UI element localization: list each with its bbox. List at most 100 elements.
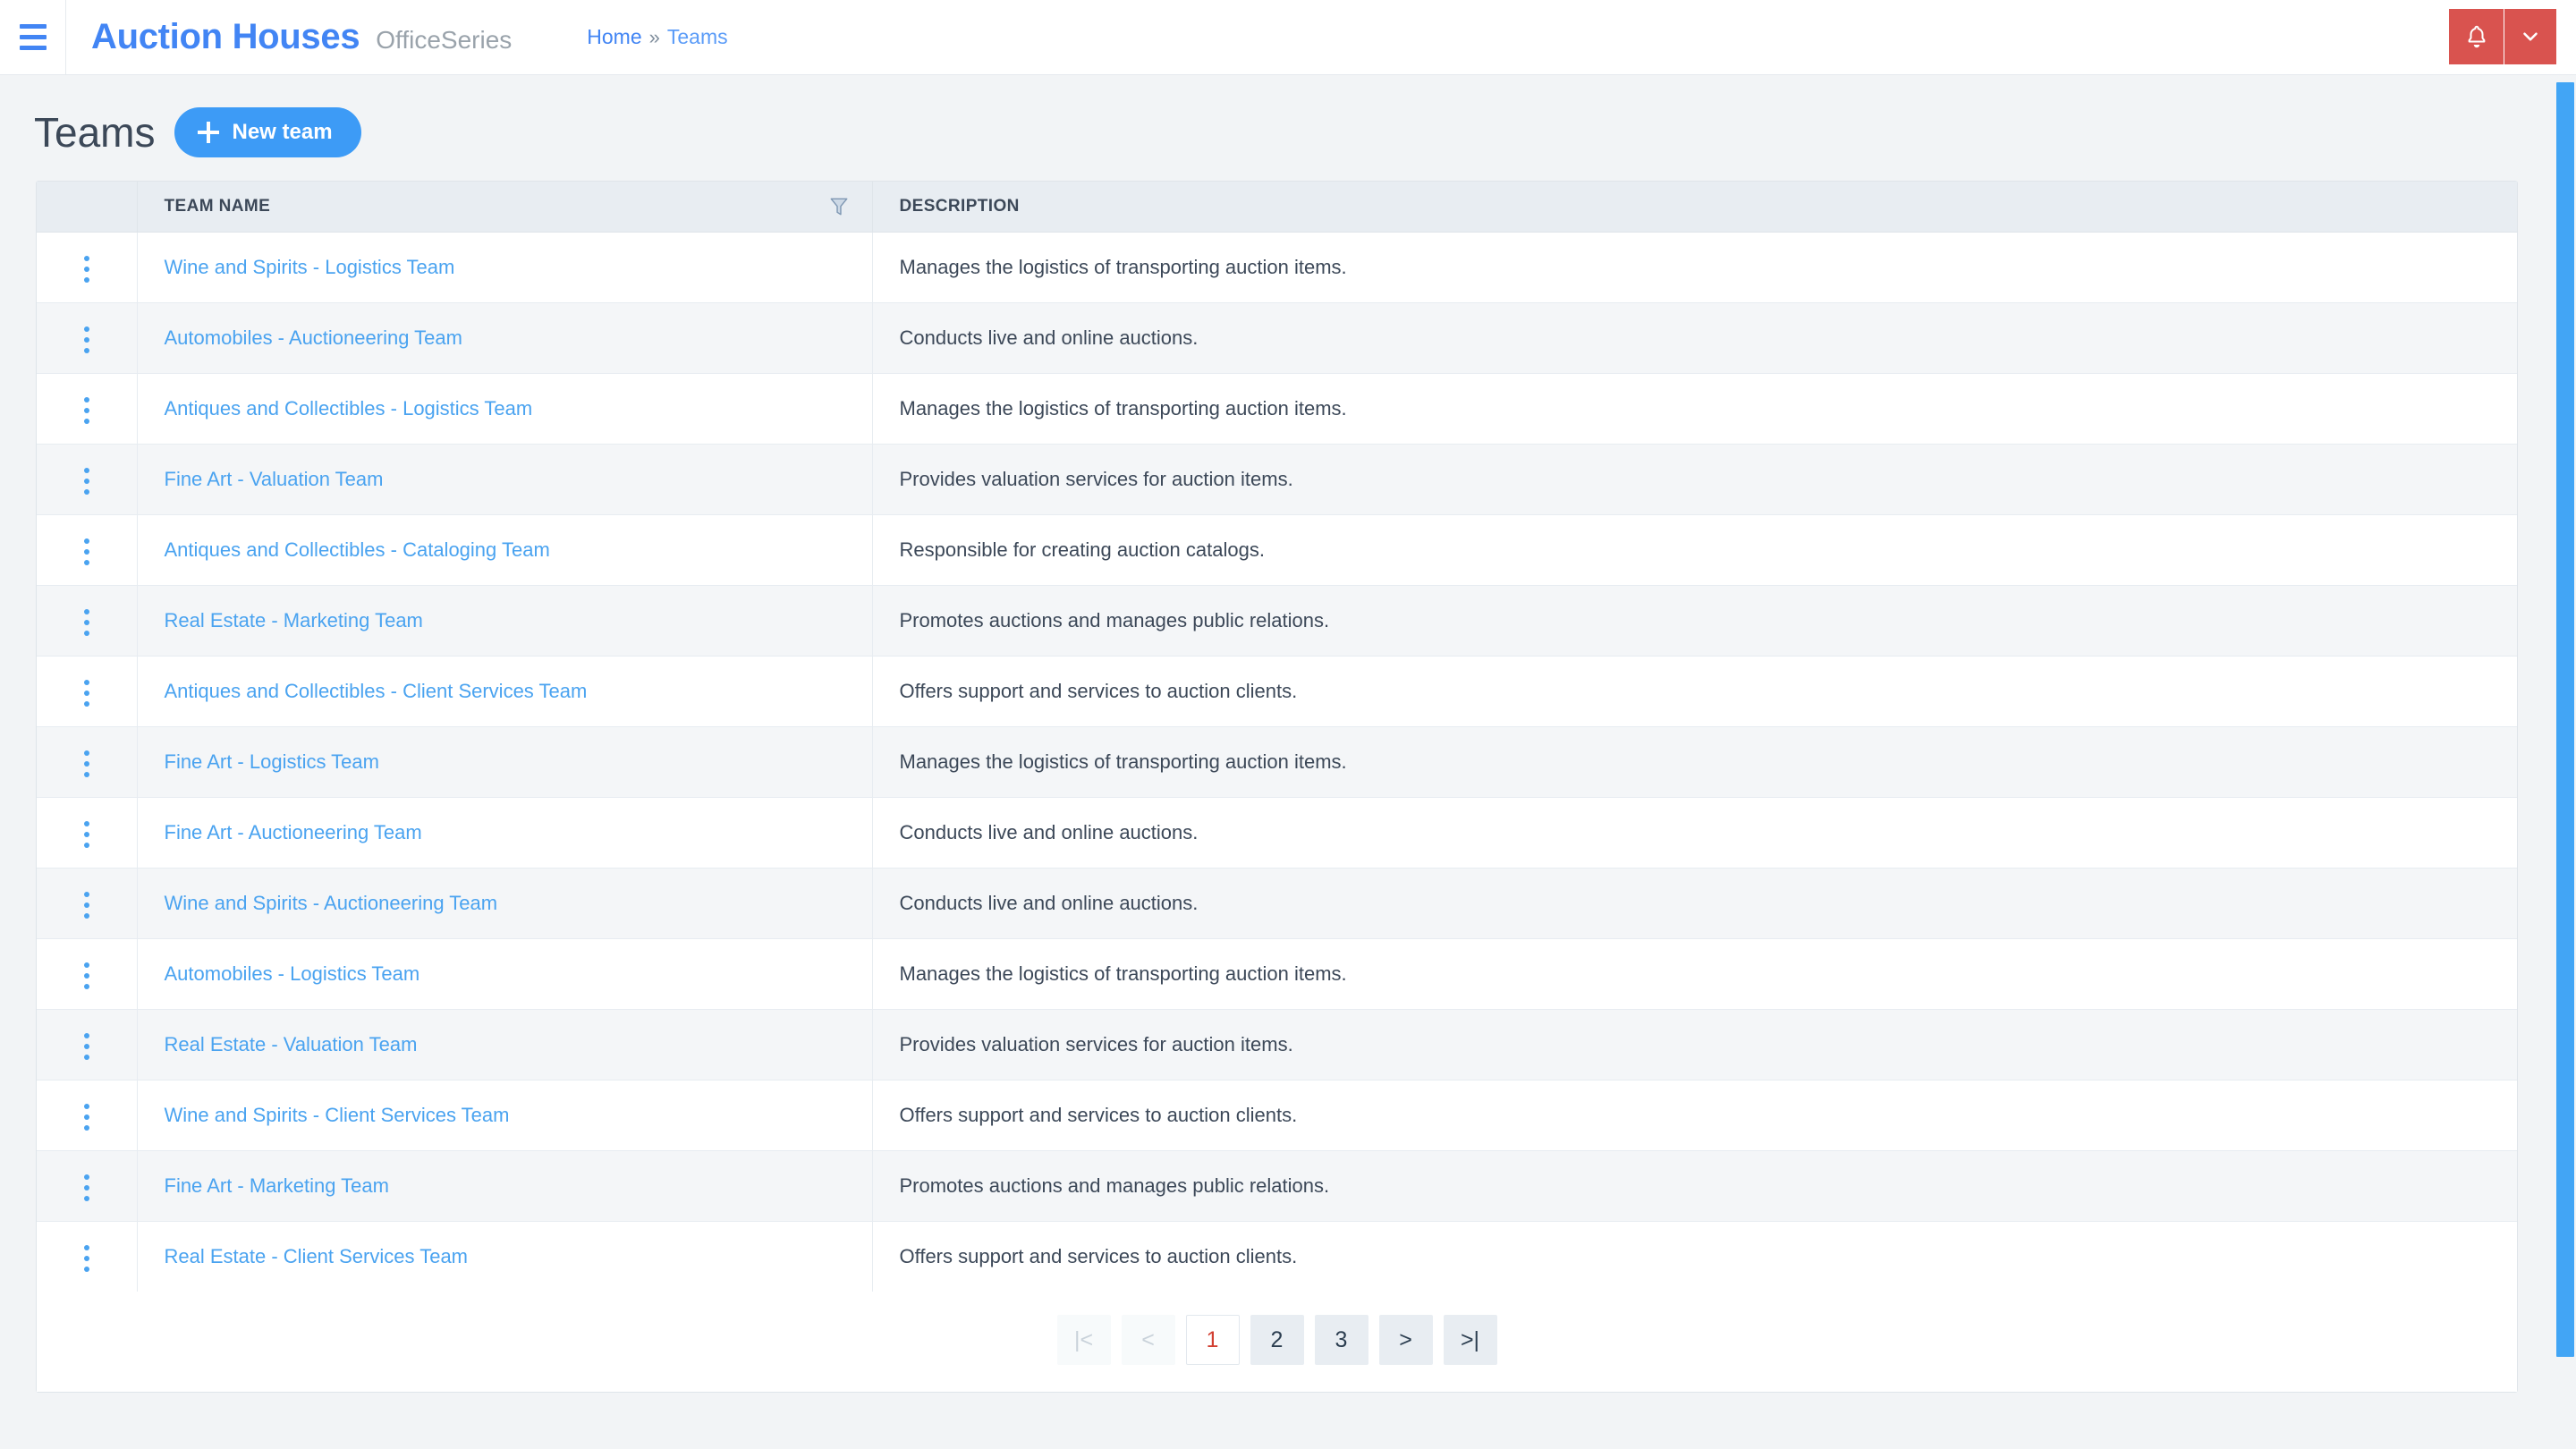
kebab-menu-icon[interactable] (70, 530, 104, 574)
team-name-link[interactable]: Automobiles - Logistics Team (165, 962, 420, 985)
kebab-menu-icon[interactable] (70, 812, 104, 857)
row-actions-cell (37, 444, 138, 515)
team-name-link[interactable]: Wine and Spirits - Client Services Team (165, 1104, 510, 1126)
table-row: Real Estate - Client Services Team Offers… (37, 1221, 2517, 1292)
kebab-dot (83, 1184, 89, 1191)
row-actions-cell (37, 1150, 138, 1222)
kebab-dot (83, 407, 89, 413)
team-name-cell: Wine and Spirits - Auctioneering Team (137, 868, 873, 939)
row-actions-cell (37, 585, 138, 657)
team-name-cell: Fine Art - Valuation Team (137, 444, 873, 515)
team-description-cell: Responsible for creating auction catalog… (872, 514, 2517, 586)
column-header-team-name-label: TEAM NAME (164, 196, 271, 216)
hamburger-menu-icon[interactable] (0, 0, 66, 75)
kebab-menu-icon[interactable] (70, 600, 104, 645)
breadcrumb-separator-icon: » (648, 25, 660, 48)
kebab-menu-icon[interactable] (70, 247, 104, 292)
breadcrumb-item-home[interactable]: Home (587, 25, 641, 49)
team-name-link[interactable]: Wine and Spirits - Auctioneering Team (165, 892, 498, 914)
pagination-last-button[interactable]: >| (1443, 1315, 1497, 1365)
pagination-page-3[interactable]: 3 (1314, 1315, 1368, 1365)
breadcrumb-item-teams[interactable]: Teams (667, 25, 728, 49)
team-name-link[interactable]: Antiques and Collectibles - Cataloging T… (165, 538, 550, 561)
vertical-scrollbar-thumb[interactable] (2556, 82, 2574, 1357)
kebab-menu-icon[interactable] (70, 1095, 104, 1140)
kebab-dot (83, 418, 89, 424)
kebab-dot (83, 630, 89, 636)
kebab-dot (83, 831, 89, 837)
kebab-dot (83, 679, 89, 685)
table-row: Wine and Spirits - Logistics Team Manages… (37, 232, 2517, 303)
kebab-dot (83, 1124, 89, 1131)
team-description-cell: Promotes auctions and manages public rel… (872, 585, 2517, 657)
kebab-menu-icon[interactable] (70, 671, 104, 716)
kebab-dot (83, 396, 89, 402)
kebab-dot (83, 326, 89, 332)
team-description-cell: Manages the logistics of transporting au… (872, 232, 2517, 303)
kebab-dot (83, 1103, 89, 1109)
kebab-dot (83, 750, 89, 756)
kebab-menu-icon[interactable] (70, 459, 104, 504)
table-row: Fine Art - Logistics Team Manages the log… (37, 726, 2517, 798)
row-actions-cell (37, 868, 138, 939)
kebab-dot (83, 1114, 89, 1120)
table-body: Wine and Spirits - Logistics Team Manages… (37, 232, 2517, 1292)
team-name-filter-icon[interactable] (829, 196, 849, 217)
team-name-cell: Wine and Spirits - Logistics Team (137, 232, 873, 303)
team-description-cell: Provides valuation services for auction … (872, 444, 2517, 515)
kebab-dot (83, 1195, 89, 1201)
team-name-link[interactable]: Wine and Spirits - Logistics Team (165, 256, 455, 278)
team-name-link[interactable]: Fine Art - Auctioneering Team (165, 821, 422, 843)
team-name-link[interactable]: Antiques and Collectibles - Client Servi… (165, 680, 588, 702)
teams-table-card: TEAM NAME DESCRIPTION Wine and Spirits -… (36, 181, 2518, 1393)
kebab-dot (83, 538, 89, 544)
kebab-menu-icon[interactable] (70, 1024, 104, 1069)
team-name-link[interactable]: Fine Art - Logistics Team (165, 750, 379, 773)
pagination-prev-button[interactable]: < (1121, 1315, 1175, 1365)
row-actions-cell (37, 232, 138, 303)
kebab-menu-icon[interactable] (70, 1165, 104, 1210)
kebab-menu-icon[interactable] (70, 388, 104, 433)
team-name-link[interactable]: Antiques and Collectibles - Logistics Te… (165, 397, 533, 419)
row-actions-cell (37, 1080, 138, 1151)
team-name-cell: Antiques and Collectibles - Cataloging T… (137, 514, 873, 586)
kebab-dot (83, 1054, 89, 1060)
kebab-dot (83, 842, 89, 848)
team-name-link[interactable]: Fine Art - Valuation Team (165, 468, 384, 490)
team-name-cell: Fine Art - Marketing Team (137, 1150, 873, 1222)
table-row: Fine Art - Marketing Team Promotes auctio… (37, 1150, 2517, 1222)
team-name-link[interactable]: Real Estate - Valuation Team (165, 1033, 418, 1055)
kebab-dot (83, 1174, 89, 1180)
team-name-link[interactable]: Real Estate - Marketing Team (165, 609, 423, 631)
team-name-link[interactable]: Fine Art - Marketing Team (165, 1174, 389, 1197)
kebab-dot (83, 760, 89, 767)
kebab-menu-icon[interactable] (70, 883, 104, 928)
row-actions-cell (37, 514, 138, 586)
kebab-menu-icon[interactable] (70, 318, 104, 362)
pagination-next-button[interactable]: > (1378, 1315, 1433, 1365)
pagination-first-button[interactable]: |< (1056, 1315, 1111, 1365)
kebab-dot (83, 1255, 89, 1261)
pagination-page-1[interactable]: 1 (1185, 1315, 1240, 1365)
table-row: Antiques and Collectibles - Client Servi… (37, 656, 2517, 727)
team-description-cell: Conducts live and online auctions. (872, 868, 2517, 939)
notifications-button[interactable] (2449, 9, 2504, 64)
team-description-cell: Conducts live and online auctions. (872, 302, 2517, 374)
kebab-dot (83, 255, 89, 261)
kebab-menu-icon[interactable] (70, 1236, 104, 1281)
team-description-cell: Manages the logistics of transporting au… (872, 938, 2517, 1010)
kebab-dot (83, 700, 89, 707)
team-name-link[interactable]: Automobiles - Auctioneering Team (165, 326, 462, 349)
new-team-button[interactable]: New team (174, 107, 361, 157)
column-header-description: DESCRIPTION (872, 182, 2517, 233)
team-name-cell: Wine and Spirits - Client Services Team (137, 1080, 873, 1151)
vertical-scrollbar-track[interactable] (2551, 75, 2576, 1449)
kebab-dot (83, 478, 89, 484)
table-header: TEAM NAME DESCRIPTION (37, 182, 2517, 233)
kebab-menu-icon[interactable] (70, 741, 104, 786)
kebab-menu-icon[interactable] (70, 953, 104, 998)
teams-table: TEAM NAME DESCRIPTION Wine and Spirits -… (37, 182, 2517, 1292)
user-dropdown-button[interactable] (2504, 9, 2556, 64)
team-name-link[interactable]: Real Estate - Client Services Team (165, 1245, 469, 1267)
pagination-page-2[interactable]: 2 (1250, 1315, 1304, 1365)
